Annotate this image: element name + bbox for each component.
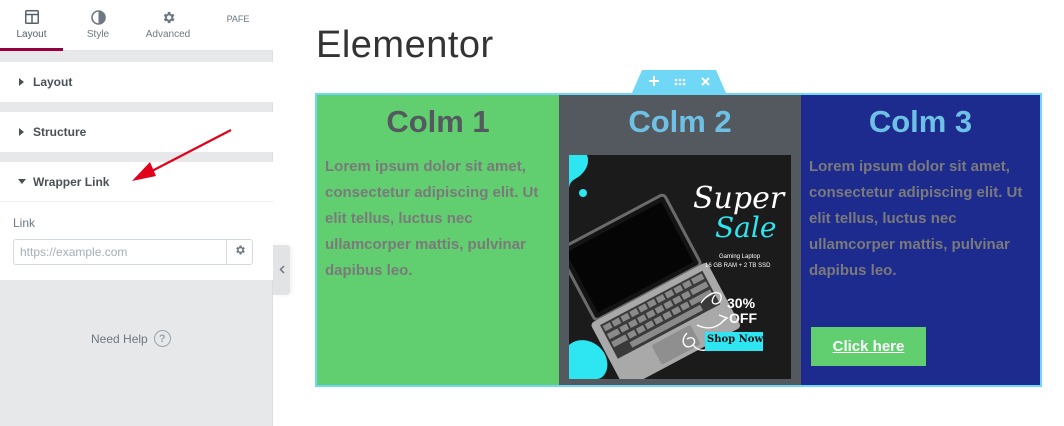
column-heading: Colm 3 bbox=[868, 104, 973, 139]
tab-style[interactable]: Style bbox=[66, 0, 130, 51]
column-3[interactable]: Colm 3 Lorem ipsum dolor sit amet, conse… bbox=[801, 95, 1040, 385]
section-wrapper-link-header[interactable]: Wrapper Link bbox=[0, 162, 273, 202]
column-text: Lorem ipsum dolor sit amet, consectetur … bbox=[325, 158, 539, 279]
column-heading: Colm 1 bbox=[386, 104, 490, 139]
promo-image[interactable]: Super Sale Gaming Laptop 16 GB RAM + 2 T… bbox=[569, 155, 791, 379]
section-title: Layout bbox=[33, 75, 73, 89]
column-heading: Colm 2 bbox=[628, 104, 732, 139]
section-title: Wrapper Link bbox=[33, 174, 110, 189]
promo-shop-now: Shop Now bbox=[707, 334, 764, 345]
caret-down-icon bbox=[16, 178, 28, 185]
section-layout-header[interactable]: Layout bbox=[0, 62, 273, 102]
caret-right-icon bbox=[16, 128, 28, 136]
column-2[interactable]: Colm 2 Super Sale Gaming Laptop 16 GB RA… bbox=[559, 95, 801, 385]
tab-advanced[interactable]: Advanced bbox=[133, 0, 203, 51]
half-circle-icon bbox=[90, 9, 106, 25]
tab-label: Style bbox=[86, 29, 110, 40]
need-help-label: Need Help bbox=[91, 331, 148, 346]
tab-pafe[interactable]: PAFE bbox=[208, 0, 268, 51]
section-handle bbox=[632, 70, 726, 93]
promo-line-2: 16 GB RAM + 2 TB SSD bbox=[705, 263, 771, 269]
panel-collapse-toggle[interactable] bbox=[273, 245, 290, 295]
tab-label: Advanced bbox=[145, 29, 191, 40]
chevron-left-icon bbox=[278, 261, 285, 279]
promo-off: OFF bbox=[729, 310, 757, 326]
panel-tabs: Layout Style Advanced PAFE bbox=[0, 0, 273, 51]
click-here-button[interactable]: Click here bbox=[811, 327, 926, 366]
promo-percent: 30% bbox=[727, 295, 756, 311]
wrapper-link-controls: Link bbox=[0, 202, 273, 280]
elementor-section[interactable]: Colm 1 Lorem ipsum dolor sit amet, conse… bbox=[315, 93, 1042, 387]
promo-sale-text: Sale bbox=[715, 211, 777, 244]
caret-right-icon bbox=[16, 78, 28, 86]
need-help-link[interactable]: Need Help ? bbox=[91, 330, 171, 347]
section-structure-header[interactable]: Structure bbox=[0, 112, 273, 152]
section-title: Structure bbox=[33, 125, 87, 139]
editor-panel: Layout Style Advanced PAFE Layout Struct… bbox=[0, 0, 273, 426]
promo-line-1: Gaming Laptop bbox=[719, 254, 761, 260]
column-text: Lorem ipsum dolor sit amet, consectetur … bbox=[809, 158, 1023, 279]
link-options-button[interactable] bbox=[226, 239, 253, 265]
drag-dots-icon bbox=[674, 73, 686, 91]
add-section-button[interactable] bbox=[648, 73, 659, 91]
link-label: Link bbox=[13, 216, 36, 230]
columns-icon bbox=[24, 9, 39, 25]
column-1[interactable]: Colm 1 Lorem ipsum dolor sit amet, conse… bbox=[317, 95, 559, 385]
question-circle-icon: ? bbox=[153, 330, 171, 347]
delete-section-button[interactable] bbox=[700, 73, 710, 91]
tab-label: PAFE bbox=[226, 14, 250, 24]
plus-icon bbox=[648, 73, 659, 91]
tab-label: Layout bbox=[16, 29, 47, 40]
page-title: Elementor bbox=[316, 24, 494, 66]
close-icon bbox=[700, 73, 710, 91]
tab-layout[interactable]: Layout bbox=[0, 0, 63, 51]
gear-icon bbox=[234, 243, 246, 261]
link-url-input[interactable] bbox=[13, 239, 226, 265]
gear-icon bbox=[161, 9, 176, 25]
drag-section-handle[interactable] bbox=[674, 73, 686, 91]
